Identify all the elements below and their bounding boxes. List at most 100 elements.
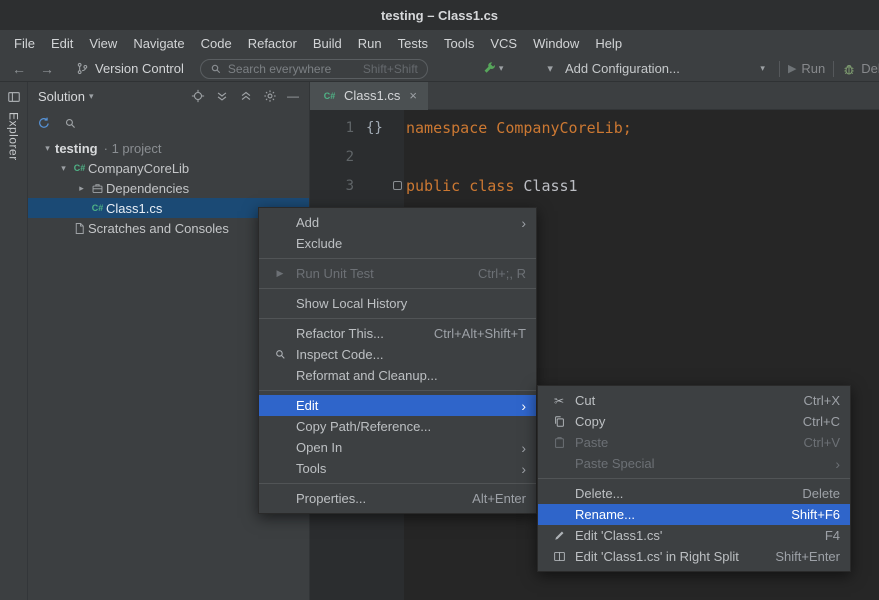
tree-row-companycorelib[interactable]: ▾ C# CompanyCoreLib <box>28 158 309 178</box>
context-menu-item-properties[interactable]: Properties... Alt+Enter <box>259 488 536 509</box>
bug-icon <box>842 62 856 76</box>
csharp-file-icon: C# <box>89 203 106 213</box>
version-control-widget[interactable]: Version Control <box>76 61 184 76</box>
tab-class1[interactable]: C# Class1.cs × <box>310 82 428 110</box>
context-menu-item-exclude[interactable]: Exclude <box>259 233 536 254</box>
pencil-icon <box>549 529 569 542</box>
menu-tests[interactable]: Tests <box>390 36 436 51</box>
context-menu-item-run-unit-test[interactable]: ▶ Run Unit Test Ctrl+;, R <box>259 263 536 284</box>
run-test-icon: ▶ <box>270 268 290 279</box>
braces-inlay-hint: {} <box>354 120 388 136</box>
sync-icon[interactable] <box>37 116 51 130</box>
chevron-down-icon: ▾ <box>499 63 504 74</box>
run-configuration-value: Add Configuration... <box>565 61 680 76</box>
submenu-arrow-icon: › <box>521 399 526 413</box>
line-number: 1 <box>310 120 354 136</box>
window-title: testing – Class1.cs <box>381 8 498 23</box>
context-menu-item-reformat-and-cleanup[interactable]: Reformat and Cleanup... <box>259 365 536 386</box>
menu-vcs[interactable]: VCS <box>482 36 525 51</box>
code-line: 3 public class Class1 <box>310 171 879 200</box>
menu-separator <box>259 258 536 259</box>
menu-tools[interactable]: Tools <box>436 36 482 51</box>
menu-separator <box>259 390 536 391</box>
run-button[interactable]: ▶ Run <box>788 61 825 76</box>
menu-build[interactable]: Build <box>305 36 350 51</box>
context-menu-item-add[interactable]: Add › <box>259 212 536 233</box>
context-menu-item-refactor-this[interactable]: Refactor This... Ctrl+Alt+Shift+T <box>259 323 536 344</box>
menu-separator <box>259 318 536 319</box>
run-configuration-select[interactable]: Add Configuration... ▾ <box>559 61 771 76</box>
hide-panel-icon[interactable]: — <box>287 89 299 103</box>
menu-file[interactable]: File <box>6 36 43 51</box>
context-menu-item-edit[interactable]: Edit › <box>259 395 536 416</box>
submenu-item-edit-file[interactable]: Edit 'Class1.cs' F4 <box>538 525 850 546</box>
tool-window-icon <box>7 90 21 104</box>
tree-item-label: Dependencies <box>106 181 189 196</box>
submenu-item-paste-special[interactable]: Paste Special › <box>538 453 850 474</box>
code-text: public class Class1 <box>406 177 578 195</box>
tree-row-dependencies[interactable]: ▸ Dependencies <box>28 178 309 198</box>
chevron-down-icon[interactable]: ▾ <box>56 163 71 174</box>
submenu-item-delete[interactable]: Delete... Delete <box>538 483 850 504</box>
submenu-item-copy[interactable]: Copy Ctrl+C <box>538 411 850 432</box>
dependencies-icon <box>89 182 106 195</box>
menu-code[interactable]: Code <box>193 36 240 51</box>
tree-item-label: testing <box>55 141 98 156</box>
menu-separator <box>259 483 536 484</box>
explorer-stripe-button[interactable]: Explorer <box>7 90 21 161</box>
line-number: 2 <box>310 149 354 165</box>
tab-title: Class1.cs <box>344 88 400 103</box>
version-control-label: Version Control <box>95 61 184 76</box>
build-button[interactable]: ▾ <box>482 61 504 76</box>
submenu-arrow-icon: › <box>835 457 840 471</box>
tool-window-stripe: Explorer <box>0 82 28 600</box>
context-menu-item-copy-path-reference[interactable]: Copy Path/Reference... <box>259 416 536 437</box>
close-tab-icon[interactable]: × <box>409 88 417 103</box>
menu-view[interactable]: View <box>81 36 125 51</box>
toolbar-chevron-down-icon[interactable]: ▾ <box>547 62 553 75</box>
menu-edit[interactable]: Edit <box>43 36 81 51</box>
editor-tab-bar: C# Class1.cs × <box>310 82 879 110</box>
code-line: 2 <box>310 142 879 171</box>
menu-separator <box>259 288 536 289</box>
tree-row-testing[interactable]: ▾ testing · 1 project <box>28 138 309 158</box>
submenu-item-rename[interactable]: Rename... Shift+F6 <box>538 504 850 525</box>
context-menu-item-tools[interactable]: Tools › <box>259 458 536 479</box>
ide-window: testing – Class1.cs File Edit View Navig… <box>0 0 879 600</box>
expand-all-icon[interactable] <box>215 89 229 103</box>
locate-file-icon[interactable] <box>191 89 205 103</box>
menu-window[interactable]: Window <box>525 36 587 51</box>
context-menu-item-open-in[interactable]: Open In › <box>259 437 536 458</box>
chevron-right-icon[interactable]: ▸ <box>74 183 89 194</box>
submenu-arrow-icon: › <box>521 441 526 455</box>
edit-submenu: ✂ Cut Ctrl+X Copy Ctrl+C Paste Ctrl+V Pa… <box>537 385 851 572</box>
toolbar-divider <box>779 61 780 77</box>
back-icon[interactable]: ← <box>12 61 26 77</box>
chevron-down-icon: ▾ <box>89 91 94 102</box>
menu-run[interactable]: Run <box>350 36 390 51</box>
csharp-file-icon: C# <box>321 91 338 101</box>
menu-refactor[interactable]: Refactor <box>240 36 305 51</box>
line-number: 3 <box>310 178 354 194</box>
solution-view-selector[interactable]: Solution <box>38 89 85 104</box>
forward-icon[interactable]: → <box>40 61 54 77</box>
context-menu-item-inspect-code[interactable]: Inspect Code... <box>259 344 536 365</box>
debug-button[interactable]: Deb <box>842 61 879 76</box>
context-menu-item-show-local-history[interactable]: Show Local History <box>259 293 536 314</box>
context-menu: Add › Exclude ▶ Run Unit Test Ctrl+;, R … <box>258 207 537 514</box>
debug-button-label: Deb <box>861 61 879 76</box>
menu-navigate[interactable]: Navigate <box>125 36 192 51</box>
collapse-all-icon[interactable] <box>239 89 253 103</box>
settings-gear-icon[interactable] <box>263 89 277 103</box>
chevron-down-icon[interactable]: ▾ <box>40 143 55 154</box>
csharp-project-icon: C# <box>71 163 88 173</box>
search-icon[interactable] <box>64 117 77 130</box>
submenu-item-paste[interactable]: Paste Ctrl+V <box>538 432 850 453</box>
menu-help[interactable]: Help <box>587 36 630 51</box>
solution-panel-toolbar <box>28 110 309 136</box>
submenu-arrow-icon: › <box>521 216 526 230</box>
submenu-item-cut[interactable]: ✂ Cut Ctrl+X <box>538 390 850 411</box>
search-everywhere-box[interactable]: Search everywhere Shift+Shift <box>200 59 428 79</box>
fold-marker-icon[interactable] <box>393 181 402 190</box>
submenu-item-edit-file-right-split[interactable]: Edit 'Class1.cs' in Right Split Shift+En… <box>538 546 850 567</box>
